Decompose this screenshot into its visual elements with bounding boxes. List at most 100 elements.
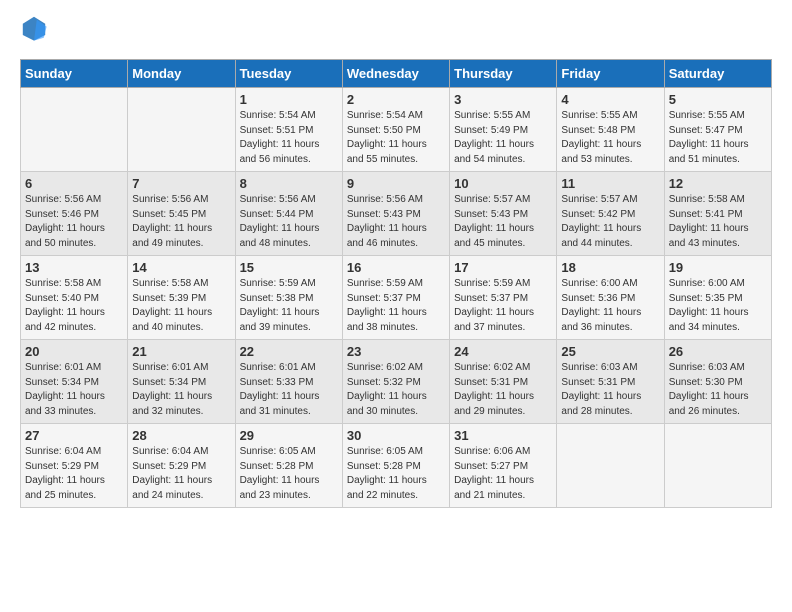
calendar-container: SundayMondayTuesdayWednesdayThursdayFrid… xyxy=(0,0,792,518)
day-info: Sunrise: 6:05 AM Sunset: 5:28 PM Dayligh… xyxy=(240,445,338,503)
day-number: 12 xyxy=(669,176,767,191)
week-row-3: 13Sunrise: 5:58 AM Sunset: 5:40 PM Dayli… xyxy=(21,256,772,340)
day-info: Sunrise: 6:04 AM Sunset: 5:29 PM Dayligh… xyxy=(132,445,230,503)
day-number: 10 xyxy=(454,176,552,191)
day-number: 6 xyxy=(25,176,123,191)
day-info: Sunrise: 5:55 AM Sunset: 5:47 PM Dayligh… xyxy=(669,109,767,167)
calendar-cell: 5 Sunrise: 5:55 AM Sunset: 5:47 PM Daylig… xyxy=(664,88,771,172)
calendar-cell xyxy=(128,88,235,172)
calendar-cell: 30 Sunrise: 6:05 AM Sunset: 5:28 PM Dayli… xyxy=(342,424,449,508)
day-number: 1 xyxy=(240,92,338,107)
day-number: 18 xyxy=(561,260,659,275)
day-number: 5 xyxy=(669,92,767,107)
day-info: Sunrise: 5:54 AM Sunset: 5:51 PM Dayligh… xyxy=(240,109,338,167)
calendar-cell: 24 Sunrise: 6:02 AM Sunset: 5:31 PM Dayli… xyxy=(450,340,557,424)
day-number: 19 xyxy=(669,260,767,275)
calendar-cell: 14 Sunrise: 5:58 AM Sunset: 5:39 PM Dayli… xyxy=(128,256,235,340)
day-info: Sunrise: 6:02 AM Sunset: 5:32 PM Dayligh… xyxy=(347,361,445,419)
day-number: 20 xyxy=(25,344,123,359)
day-number: 3 xyxy=(454,92,552,107)
day-info: Sunrise: 5:57 AM Sunset: 5:43 PM Dayligh… xyxy=(454,193,552,251)
day-number: 29 xyxy=(240,428,338,443)
day-info: Sunrise: 6:03 AM Sunset: 5:31 PM Dayligh… xyxy=(561,361,659,419)
calendar-cell: 12 Sunrise: 5:58 AM Sunset: 5:41 PM Dayli… xyxy=(664,172,771,256)
day-header-saturday: Saturday xyxy=(664,60,771,88)
day-info: Sunrise: 5:57 AM Sunset: 5:42 PM Dayligh… xyxy=(561,193,659,251)
day-number: 28 xyxy=(132,428,230,443)
calendar-cell: 19 Sunrise: 6:00 AM Sunset: 5:35 PM Dayli… xyxy=(664,256,771,340)
day-info: Sunrise: 5:56 AM Sunset: 5:45 PM Dayligh… xyxy=(132,193,230,251)
day-info: Sunrise: 6:05 AM Sunset: 5:28 PM Dayligh… xyxy=(347,445,445,503)
day-info: Sunrise: 5:56 AM Sunset: 5:44 PM Dayligh… xyxy=(240,193,338,251)
day-number: 22 xyxy=(240,344,338,359)
calendar-cell: 4Sunrise: 5:55 AM Sunset: 5:48 PM Daylig… xyxy=(557,88,664,172)
calendar-cell xyxy=(664,424,771,508)
week-row-2: 6 Sunrise: 5:56 AM Sunset: 5:46 PM Daylig… xyxy=(21,172,772,256)
day-number: 27 xyxy=(25,428,123,443)
day-info: Sunrise: 6:06 AM Sunset: 5:27 PM Dayligh… xyxy=(454,445,552,503)
calendar-cell: 15 Sunrise: 5:59 AM Sunset: 5:38 PM Dayli… xyxy=(235,256,342,340)
calendar-cell: 31Sunrise: 6:06 AM Sunset: 5:27 PM Dayli… xyxy=(450,424,557,508)
calendar-cell: 26 Sunrise: 6:03 AM Sunset: 5:30 PM Dayli… xyxy=(664,340,771,424)
day-number: 17 xyxy=(454,260,552,275)
day-info: Sunrise: 5:59 AM Sunset: 5:37 PM Dayligh… xyxy=(454,277,552,335)
calendar-cell: 25 Sunrise: 6:03 AM Sunset: 5:31 PM Dayli… xyxy=(557,340,664,424)
day-info: Sunrise: 5:56 AM Sunset: 5:46 PM Dayligh… xyxy=(25,193,123,251)
day-number: 7 xyxy=(132,176,230,191)
logo xyxy=(20,16,52,47)
day-number: 8 xyxy=(240,176,338,191)
calendar-cell: 21 Sunrise: 6:01 AM Sunset: 5:34 PM Dayli… xyxy=(128,340,235,424)
calendar-cell: 2 Sunrise: 5:54 AM Sunset: 5:50 PM Daylig… xyxy=(342,88,449,172)
day-number: 14 xyxy=(132,260,230,275)
week-row-5: 27 Sunrise: 6:04 AM Sunset: 5:29 PM Dayli… xyxy=(21,424,772,508)
day-number: 30 xyxy=(347,428,445,443)
day-number: 24 xyxy=(454,344,552,359)
day-header-friday: Friday xyxy=(557,60,664,88)
day-info: Sunrise: 5:58 AM Sunset: 5:39 PM Dayligh… xyxy=(132,277,230,335)
day-number: 26 xyxy=(669,344,767,359)
day-info: Sunrise: 6:01 AM Sunset: 5:34 PM Dayligh… xyxy=(25,361,123,419)
day-info: Sunrise: 5:58 AM Sunset: 5:41 PM Dayligh… xyxy=(669,193,767,251)
day-info: Sunrise: 5:55 AM Sunset: 5:48 PM Dayligh… xyxy=(561,109,659,167)
calendar-cell: 23Sunrise: 6:02 AM Sunset: 5:32 PM Dayli… xyxy=(342,340,449,424)
calendar-cell: 16 Sunrise: 5:59 AM Sunset: 5:37 PM Dayli… xyxy=(342,256,449,340)
calendar-cell: 29 Sunrise: 6:05 AM Sunset: 5:28 PM Dayli… xyxy=(235,424,342,508)
day-header-monday: Monday xyxy=(128,60,235,88)
day-info: Sunrise: 6:01 AM Sunset: 5:34 PM Dayligh… xyxy=(132,361,230,419)
day-info: Sunrise: 5:54 AM Sunset: 5:50 PM Dayligh… xyxy=(347,109,445,167)
calendar-cell: 9 Sunrise: 5:56 AM Sunset: 5:43 PM Daylig… xyxy=(342,172,449,256)
day-number: 9 xyxy=(347,176,445,191)
day-info: Sunrise: 5:55 AM Sunset: 5:49 PM Dayligh… xyxy=(454,109,552,167)
calendar-cell: 28 Sunrise: 6:04 AM Sunset: 5:29 PM Dayli… xyxy=(128,424,235,508)
day-info: Sunrise: 5:56 AM Sunset: 5:43 PM Dayligh… xyxy=(347,193,445,251)
calendar-cell: 18 Sunrise: 6:00 AM Sunset: 5:36 PM Dayli… xyxy=(557,256,664,340)
calendar-cell: 3 Sunrise: 5:55 AM Sunset: 5:49 PM Daylig… xyxy=(450,88,557,172)
day-number: 25 xyxy=(561,344,659,359)
day-number: 15 xyxy=(240,260,338,275)
day-number: 2 xyxy=(347,92,445,107)
day-info: Sunrise: 5:59 AM Sunset: 5:38 PM Dayligh… xyxy=(240,277,338,335)
day-info: Sunrise: 6:02 AM Sunset: 5:31 PM Dayligh… xyxy=(454,361,552,419)
calendar-cell: 1 Sunrise: 5:54 AM Sunset: 5:51 PM Daylig… xyxy=(235,88,342,172)
calendar-cell xyxy=(557,424,664,508)
calendar-cell: 7 Sunrise: 5:56 AM Sunset: 5:45 PM Daylig… xyxy=(128,172,235,256)
calendar-cell: 13Sunrise: 5:58 AM Sunset: 5:40 PM Dayli… xyxy=(21,256,128,340)
day-info: Sunrise: 6:03 AM Sunset: 5:30 PM Dayligh… xyxy=(669,361,767,419)
day-info: Sunrise: 6:00 AM Sunset: 5:35 PM Dayligh… xyxy=(669,277,767,335)
logo-icon xyxy=(20,14,48,42)
day-info: Sunrise: 5:59 AM Sunset: 5:37 PM Dayligh… xyxy=(347,277,445,335)
day-number: 13 xyxy=(25,260,123,275)
calendar-cell: 22Sunrise: 6:01 AM Sunset: 5:33 PM Dayli… xyxy=(235,340,342,424)
calendar-cell: 20 Sunrise: 6:01 AM Sunset: 5:34 PM Dayli… xyxy=(21,340,128,424)
day-info: Sunrise: 6:04 AM Sunset: 5:29 PM Dayligh… xyxy=(25,445,123,503)
day-info: Sunrise: 6:00 AM Sunset: 5:36 PM Dayligh… xyxy=(561,277,659,335)
calendar-cell: 10 Sunrise: 5:57 AM Sunset: 5:43 PM Dayli… xyxy=(450,172,557,256)
week-row-4: 20 Sunrise: 6:01 AM Sunset: 5:34 PM Dayli… xyxy=(21,340,772,424)
week-row-1: 1 Sunrise: 5:54 AM Sunset: 5:51 PM Daylig… xyxy=(21,88,772,172)
calendar-header-row: SundayMondayTuesdayWednesdayThursdayFrid… xyxy=(21,60,772,88)
day-number: 21 xyxy=(132,344,230,359)
calendar-header xyxy=(20,16,772,47)
day-header-sunday: Sunday xyxy=(21,60,128,88)
day-header-thursday: Thursday xyxy=(450,60,557,88)
day-number: 16 xyxy=(347,260,445,275)
